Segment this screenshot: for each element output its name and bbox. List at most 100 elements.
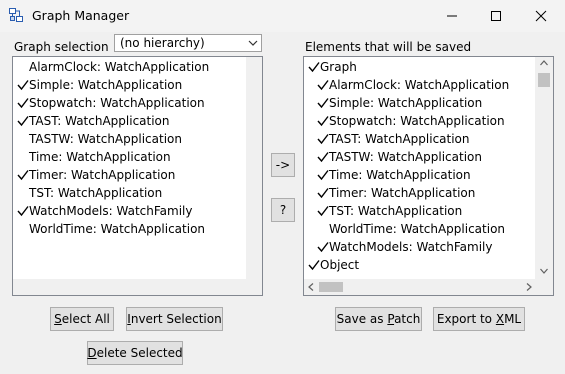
- graph-item[interactable]: Time: WatchApplication: [13, 148, 243, 166]
- checkmark-icon[interactable]: [17, 115, 29, 127]
- save-as-patch-button[interactable]: Save as Patch: [335, 307, 422, 331]
- checkmark-icon[interactable]: [317, 97, 329, 109]
- minimize-icon: [446, 15, 457, 17]
- element-item[interactable]: TAST: WatchApplication: [304, 130, 534, 148]
- graph-app-icon: [9, 8, 23, 22]
- export-xml-label: Export to XML: [436, 312, 522, 326]
- checkmark-icon[interactable]: [317, 241, 329, 253]
- checkmark-icon[interactable]: [317, 169, 329, 181]
- graph-item-label: Timer: WatchApplication: [29, 168, 176, 182]
- element-item-label: Simple: WatchApplication: [329, 96, 483, 110]
- element-item-label: TST: WatchApplication: [329, 204, 463, 218]
- delete-selected-label: Delete Selected: [87, 346, 183, 360]
- graph-item-label: AlarmClock: WatchApplication: [29, 60, 210, 74]
- maximize-icon: [490, 11, 501, 21]
- graph-item[interactable]: TASTW: WatchApplication: [13, 130, 243, 148]
- minimize-button[interactable]: [429, 0, 474, 32]
- scroll-up-icon[interactable]: [540, 60, 548, 66]
- element-item[interactable]: Timer: WatchApplication: [304, 184, 534, 202]
- element-item[interactable]: TST: WatchApplication: [304, 202, 534, 220]
- checkmark-icon[interactable]: [308, 61, 320, 73]
- graph-selection-list[interactable]: AlarmClock: WatchApplication Simple: Watc…: [12, 56, 263, 296]
- checkmark-icon[interactable]: [17, 205, 29, 217]
- element-item[interactable]: AlarmClock: WatchApplication: [304, 76, 534, 94]
- checkmark-icon[interactable]: [317, 79, 329, 91]
- checkmark-icon[interactable]: [17, 97, 29, 109]
- invert-selection-button[interactable]: Invert Selection: [126, 307, 223, 331]
- element-item-label: TAST: WatchApplication: [329, 132, 470, 146]
- graph-item-label: Simple: WatchApplication: [29, 78, 183, 92]
- element-item-label: Object: [320, 258, 360, 272]
- element-item[interactable]: Graph: [304, 58, 534, 76]
- element-item-label: Stopwatch: WatchApplication: [329, 114, 505, 128]
- graph-item-label: WorldTime: WatchApplication: [29, 222, 206, 236]
- element-item-label: WorldTime: WatchApplication: [329, 222, 506, 236]
- vertical-scrollbar[interactable]: [535, 57, 553, 279]
- vertical-scroll-thumb[interactable]: [538, 73, 550, 87]
- checkmark-icon[interactable]: [17, 169, 29, 181]
- element-item[interactable]: WatchModels: WatchFamily: [304, 238, 534, 256]
- horizontal-scrollbar[interactable]: [13, 279, 262, 295]
- graph-item-label: TAST: WatchApplication: [29, 114, 170, 128]
- graph-item-label: TST: WatchApplication: [29, 186, 163, 200]
- transfer-button[interactable]: ->: [271, 153, 295, 177]
- graph-item[interactable]: AlarmClock: WatchApplication: [13, 58, 243, 76]
- element-item[interactable]: Stopwatch: WatchApplication: [304, 112, 534, 130]
- checkmark-icon[interactable]: [308, 259, 320, 271]
- graph-item-label: TASTW: WatchApplication: [29, 132, 182, 146]
- help-button[interactable]: ?: [271, 198, 295, 222]
- checkmark-icon[interactable]: [317, 115, 329, 127]
- maximize-button[interactable]: [473, 0, 518, 32]
- element-item[interactable]: Object: [304, 256, 534, 274]
- element-item-label: WatchModels: WatchFamily: [329, 240, 493, 254]
- graph-item[interactable]: Simple: WatchApplication: [13, 76, 243, 94]
- hierarchy-dropdown-value: (no hierarchy): [120, 36, 205, 50]
- help-button-label: ?: [279, 203, 287, 217]
- element-item[interactable]: TASTW: WatchApplication: [304, 148, 534, 166]
- hierarchy-dropdown[interactable]: (no hierarchy): [114, 34, 262, 52]
- title-bar: Graph Manager: [0, 0, 565, 32]
- select-all-button[interactable]: Select All: [50, 307, 114, 331]
- graph-item-label: WatchModels: WatchFamily: [29, 204, 193, 218]
- save-as-patch-label: Save as Patch: [336, 312, 421, 326]
- graph-selection-label: Graph selection: [14, 40, 109, 54]
- graph-item[interactable]: Stopwatch: WatchApplication: [13, 94, 243, 112]
- element-item-label: TASTW: WatchApplication: [329, 150, 482, 164]
- element-item[interactable]: Simple: WatchApplication: [304, 94, 534, 112]
- export-xml-button[interactable]: Export to XML: [433, 307, 525, 331]
- graph-item[interactable]: WorldTime: WatchApplication: [13, 220, 243, 238]
- element-item-label: Graph: [320, 60, 357, 74]
- delete-selected-button[interactable]: Delete Selected: [87, 341, 183, 365]
- graph-item[interactable]: TST: WatchApplication: [13, 184, 243, 202]
- select-all-label: Select All: [54, 312, 110, 326]
- checkmark-icon[interactable]: [317, 133, 329, 145]
- elements-saved-label: Elements that will be saved: [305, 40, 472, 54]
- close-button[interactable]: [518, 0, 563, 32]
- graph-item-label: Time: WatchApplication: [29, 150, 171, 164]
- close-icon: [535, 10, 546, 22]
- element-item-label: AlarmClock: WatchApplication: [329, 78, 510, 92]
- checkmark-icon[interactable]: [317, 151, 329, 163]
- scroll-down-icon[interactable]: [540, 268, 548, 274]
- graph-item-label: Stopwatch: WatchApplication: [29, 96, 205, 110]
- invert-selection-label: Invert Selection: [127, 312, 222, 326]
- elements-tree[interactable]: Graph AlarmClock: WatchApplication Simple:…: [303, 56, 554, 296]
- graph-item[interactable]: WatchModels: WatchFamily: [13, 202, 243, 220]
- element-item-label: Timer: WatchApplication: [329, 186, 476, 200]
- scroll-right-icon[interactable]: [526, 283, 532, 291]
- graph-item[interactable]: Timer: WatchApplication: [13, 166, 243, 184]
- checkmark-icon[interactable]: [317, 187, 329, 199]
- window-title: Graph Manager: [32, 8, 130, 23]
- element-item[interactable]: Time: WatchApplication: [304, 166, 534, 184]
- horizontal-scroll-thumb[interactable]: [319, 282, 343, 292]
- vertical-scrollbar[interactable]: [246, 57, 262, 279]
- element-item[interactable]: WorldTime: WatchApplication: [304, 220, 534, 238]
- checkmark-icon[interactable]: [17, 79, 29, 91]
- scroll-left-icon[interactable]: [308, 283, 314, 291]
- checkmark-icon[interactable]: [317, 205, 329, 217]
- horizontal-scrollbar[interactable]: [304, 279, 553, 295]
- element-item-label: Time: WatchApplication: [329, 168, 471, 182]
- graph-item[interactable]: TAST: WatchApplication: [13, 112, 243, 130]
- transfer-button-label: ->: [275, 158, 291, 172]
- chevron-down-icon: [248, 40, 258, 46]
